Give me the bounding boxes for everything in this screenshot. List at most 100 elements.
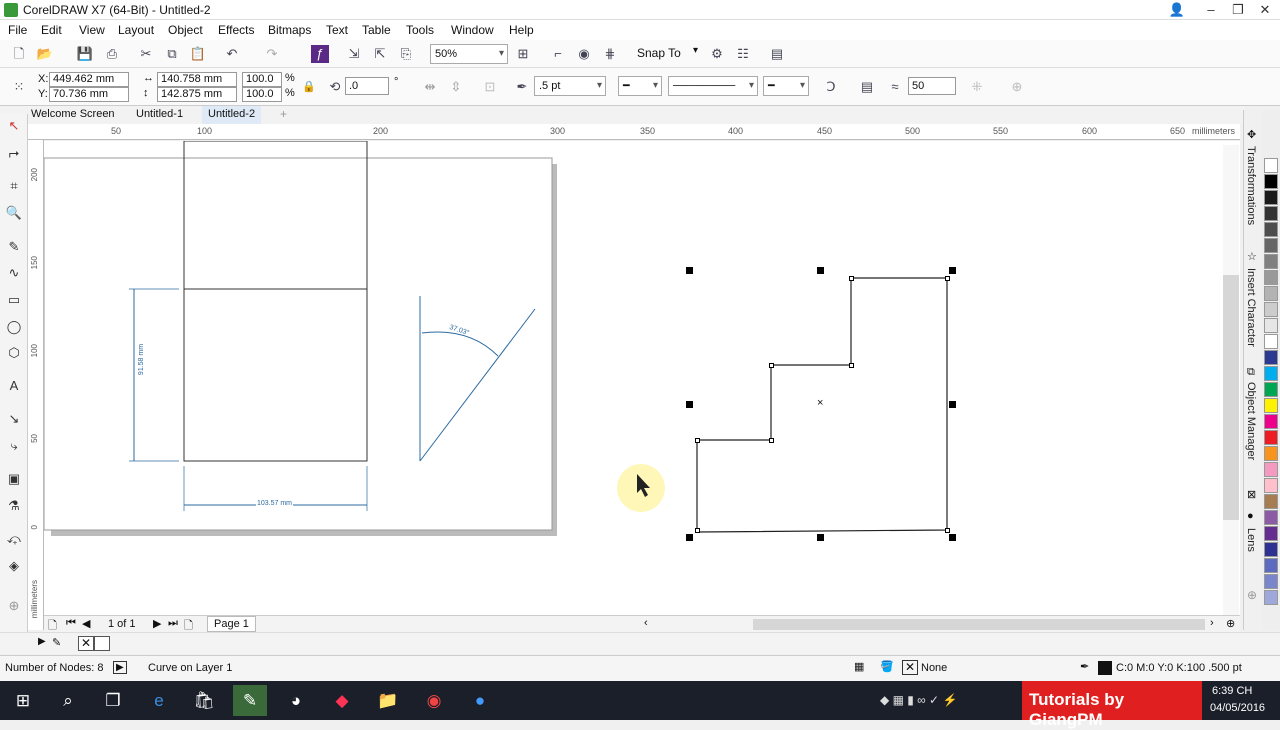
snap-to-chevron-icon[interactable]: ▾ xyxy=(693,45,698,56)
color-swatch[interactable] xyxy=(1264,222,1278,237)
color-swatch[interactable] xyxy=(1264,286,1278,301)
no-color-swatch[interactable]: ✕ xyxy=(78,636,94,651)
curve-node[interactable] xyxy=(769,438,774,443)
color-eyedropper-icon[interactable]: ⤽ xyxy=(5,530,23,548)
color-swatch[interactable] xyxy=(1264,494,1278,509)
color-swatch[interactable] xyxy=(1264,334,1278,349)
publish-pdf-icon[interactable]: ⎘ xyxy=(397,45,415,63)
first-page-icon[interactable]: ⏮ xyxy=(66,617,76,630)
drop-shadow-icon[interactable]: ▣ xyxy=(5,470,23,488)
add-icon[interactable]: ⊕ xyxy=(1008,78,1026,96)
chrome-icon[interactable]: ◉ xyxy=(417,685,451,716)
curve-node[interactable] xyxy=(769,363,774,368)
height-field[interactable]: 142.875 mm xyxy=(157,87,237,102)
line-style-combo[interactable]: ──────── xyxy=(668,76,758,96)
selection-handle[interactable] xyxy=(949,267,956,274)
application-launcher-icon[interactable]: ☷ xyxy=(734,45,752,63)
launcher-dropdown-icon[interactable]: ▤ xyxy=(768,45,786,63)
tab-welcome-screen[interactable]: Welcome Screen xyxy=(25,106,121,124)
curve-node[interactable] xyxy=(849,363,854,368)
color-swatch[interactable] xyxy=(1264,174,1278,189)
menu-object[interactable]: Object xyxy=(168,23,203,37)
vertical-ruler[interactable]: 200 150 100 50 0 millimeters xyxy=(28,140,44,630)
close-curve-icon[interactable]: Ↄ xyxy=(822,78,840,96)
menu-view[interactable]: View xyxy=(79,23,105,37)
zoom-level-combo[interactable]: 50% xyxy=(430,44,508,64)
mirror-vertical-icon[interactable]: ⇳ xyxy=(447,78,465,96)
curve-node[interactable] xyxy=(695,528,700,533)
color-swatch[interactable] xyxy=(1264,398,1278,413)
selection-handle[interactable] xyxy=(686,267,693,274)
color-swatch[interactable] xyxy=(1264,446,1278,461)
docker-insert-character[interactable]: Insert Character xyxy=(1245,268,1257,347)
menu-window[interactable]: Window xyxy=(451,23,494,37)
text-tool-icon[interactable]: A xyxy=(5,377,23,395)
rulers-icon[interactable]: ⌐ xyxy=(549,45,567,63)
zoom-tool-icon[interactable]: 🔍 xyxy=(5,204,23,222)
vertical-scroll-thumb[interactable] xyxy=(1223,275,1239,520)
save-icon[interactable]: 💾 xyxy=(76,45,94,63)
start-icon[interactable]: ⊞ xyxy=(6,685,40,716)
new-document-icon[interactable]: 🗋 xyxy=(10,45,28,63)
export-icon[interactable]: ⇱ xyxy=(371,45,389,63)
menu-edit[interactable]: Edit xyxy=(41,23,62,37)
tab-untitled-1[interactable]: Untitled-1 xyxy=(130,106,189,124)
object-origin-icon[interactable]: ⁙ xyxy=(10,78,28,96)
new-tab-icon[interactable]: + xyxy=(280,107,287,121)
mirror-horizontal-icon[interactable]: ⇹ xyxy=(421,78,439,96)
polygon-tool-icon[interactable]: ⬡ xyxy=(5,344,23,362)
x-position-field[interactable]: 449.462 mm xyxy=(49,72,129,87)
crop-tool-icon[interactable]: ⌗ xyxy=(5,177,23,195)
wrap-text-icon[interactable]: ▤ xyxy=(858,78,876,96)
file-explorer-icon[interactable]: 📁 xyxy=(371,685,405,716)
curve-node[interactable] xyxy=(945,528,950,533)
width-field[interactable]: 140.758 mm xyxy=(157,72,237,87)
navigator-zoom-icon[interactable]: ⊕ xyxy=(1226,617,1235,630)
user-icon[interactable]: 👤 xyxy=(1166,1,1188,19)
horizontal-ruler[interactable]: 50 100 200 300 350 400 450 500 550 600 6… xyxy=(28,124,1240,140)
task-view-icon[interactable]: ❐ xyxy=(96,685,130,716)
smoothing-field[interactable]: 50 xyxy=(908,77,956,95)
menu-bitmaps[interactable]: Bitmaps xyxy=(268,23,311,37)
search-icon[interactable]: ⌕ xyxy=(51,685,85,716)
view-icon[interactable]: ◉ xyxy=(575,45,593,63)
color-proof-icon[interactable]: ▦ xyxy=(854,660,864,673)
store-icon[interactable]: 🛍 xyxy=(187,685,221,716)
menu-tools[interactable]: Tools xyxy=(406,23,434,37)
connector-tool-icon[interactable]: ⤷ xyxy=(5,437,23,455)
cut-icon[interactable]: ✂ xyxy=(137,45,155,63)
color-swatch[interactable] xyxy=(1264,190,1278,205)
rotation-angle-field[interactable]: .0 xyxy=(345,77,389,95)
tab-untitled-2[interactable]: Untitled-2 xyxy=(202,106,262,124)
curve-node[interactable] xyxy=(849,276,854,281)
color-swatch[interactable] xyxy=(1264,542,1278,557)
start-arrowhead-combo[interactable]: ━ xyxy=(618,76,662,96)
convert-to-curves-icon[interactable]: ⊡ xyxy=(481,78,499,96)
color-swatch[interactable] xyxy=(1264,510,1278,525)
close-button[interactable]: ✕ xyxy=(1254,1,1276,19)
drawing-canvas[interactable]: 91.58 mm 103.57 mm 37.03° × xyxy=(44,141,1240,615)
selection-handle[interactable] xyxy=(817,267,824,274)
undo-icon[interactable]: ↶ xyxy=(223,45,241,63)
redo-icon[interactable]: ↷ xyxy=(263,45,281,63)
color-swatch[interactable] xyxy=(1264,238,1278,253)
guidelines-icon[interactable]: ⋕ xyxy=(601,45,619,63)
corel-capture-icon[interactable]: ◕ xyxy=(279,685,313,716)
minimize-button[interactable]: – xyxy=(1200,1,1222,19)
copy-icon[interactable]: ⧉ xyxy=(163,45,181,63)
restore-button[interactable]: ❐ xyxy=(1227,1,1249,19)
color-swatch[interactable] xyxy=(1264,158,1278,173)
color-swatch[interactable] xyxy=(1264,414,1278,429)
search-content-icon[interactable]: ƒ xyxy=(311,45,329,63)
docker-transformations[interactable]: Transformations xyxy=(1245,146,1257,225)
menu-layout[interactable]: Layout xyxy=(118,23,154,37)
selection-handle[interactable] xyxy=(686,534,693,541)
rectangle-tool-icon[interactable]: ▭ xyxy=(5,291,23,309)
freehand-tool-icon[interactable]: ✎ xyxy=(5,238,23,256)
color-swatch[interactable] xyxy=(1264,382,1278,397)
add-docker-icon[interactable]: ⊕ xyxy=(1247,588,1257,602)
tray-icons[interactable]: ◆ ▦ ▮ ∞ ✓ ⚡ xyxy=(880,693,957,707)
color-swatch[interactable] xyxy=(1264,318,1278,333)
selection-handle[interactable] xyxy=(949,401,956,408)
ellipse-tool-icon[interactable]: ◯ xyxy=(5,318,23,336)
